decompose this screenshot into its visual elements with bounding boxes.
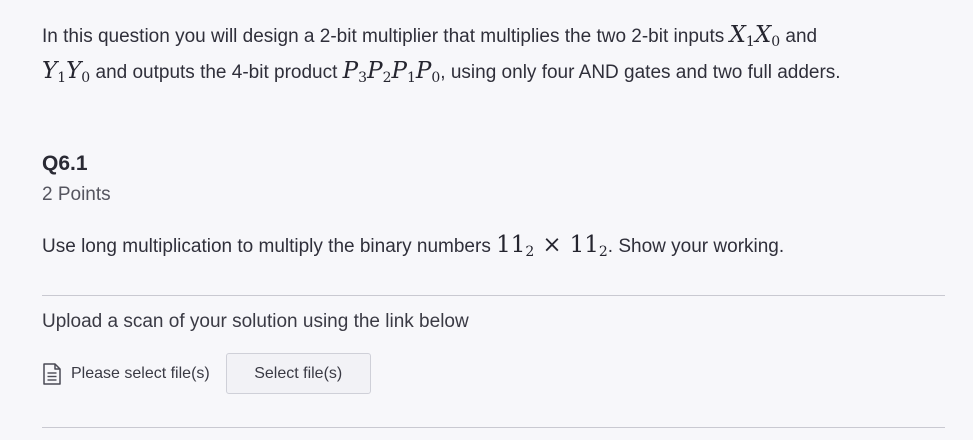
file-upload-row: Please select file(s) Select file(s) (41, 353, 371, 394)
var-x0: X0 (754, 22, 781, 50)
intro-text-and: and (780, 26, 818, 47)
var-p1: P1 (391, 58, 416, 86)
file-status-text: Please select file(s) (71, 364, 210, 382)
operand-a: 112 (496, 232, 535, 260)
operand-b: 112 (569, 232, 608, 260)
prompt-text-end: . Show your working. (607, 236, 785, 257)
file-text-icon (43, 362, 61, 385)
question-title: Q6.1 (42, 152, 88, 175)
var-x1: X1 (729, 22, 755, 50)
select-files-button[interactable]: Select file(s) (225, 353, 371, 394)
intro-text-end: , using only four AND gates and two full… (440, 62, 841, 83)
section-divider (42, 295, 945, 296)
var-p2: P2 (367, 58, 392, 86)
var-y0: Y0 (66, 58, 91, 86)
question-prompt: Use long multiplication to multiply the … (42, 228, 784, 264)
intro-text: In this question you will design a 2-bit… (42, 26, 730, 47)
times-symbol: × (542, 232, 562, 258)
prompt-text: Use long multiplication to multiply the … (42, 236, 497, 257)
var-y1: Y1 (42, 58, 67, 86)
var-p0: P0 (415, 58, 441, 86)
bottom-divider (42, 427, 945, 428)
intro-text-output: and outputs the 4-bit product (90, 62, 343, 83)
question-intro: In this question you will design a 2-bit… (42, 18, 942, 90)
question-points: 2 Points (42, 184, 111, 205)
upload-label: Upload a scan of your solution using the… (42, 311, 469, 332)
var-p3: P3 (342, 58, 368, 86)
